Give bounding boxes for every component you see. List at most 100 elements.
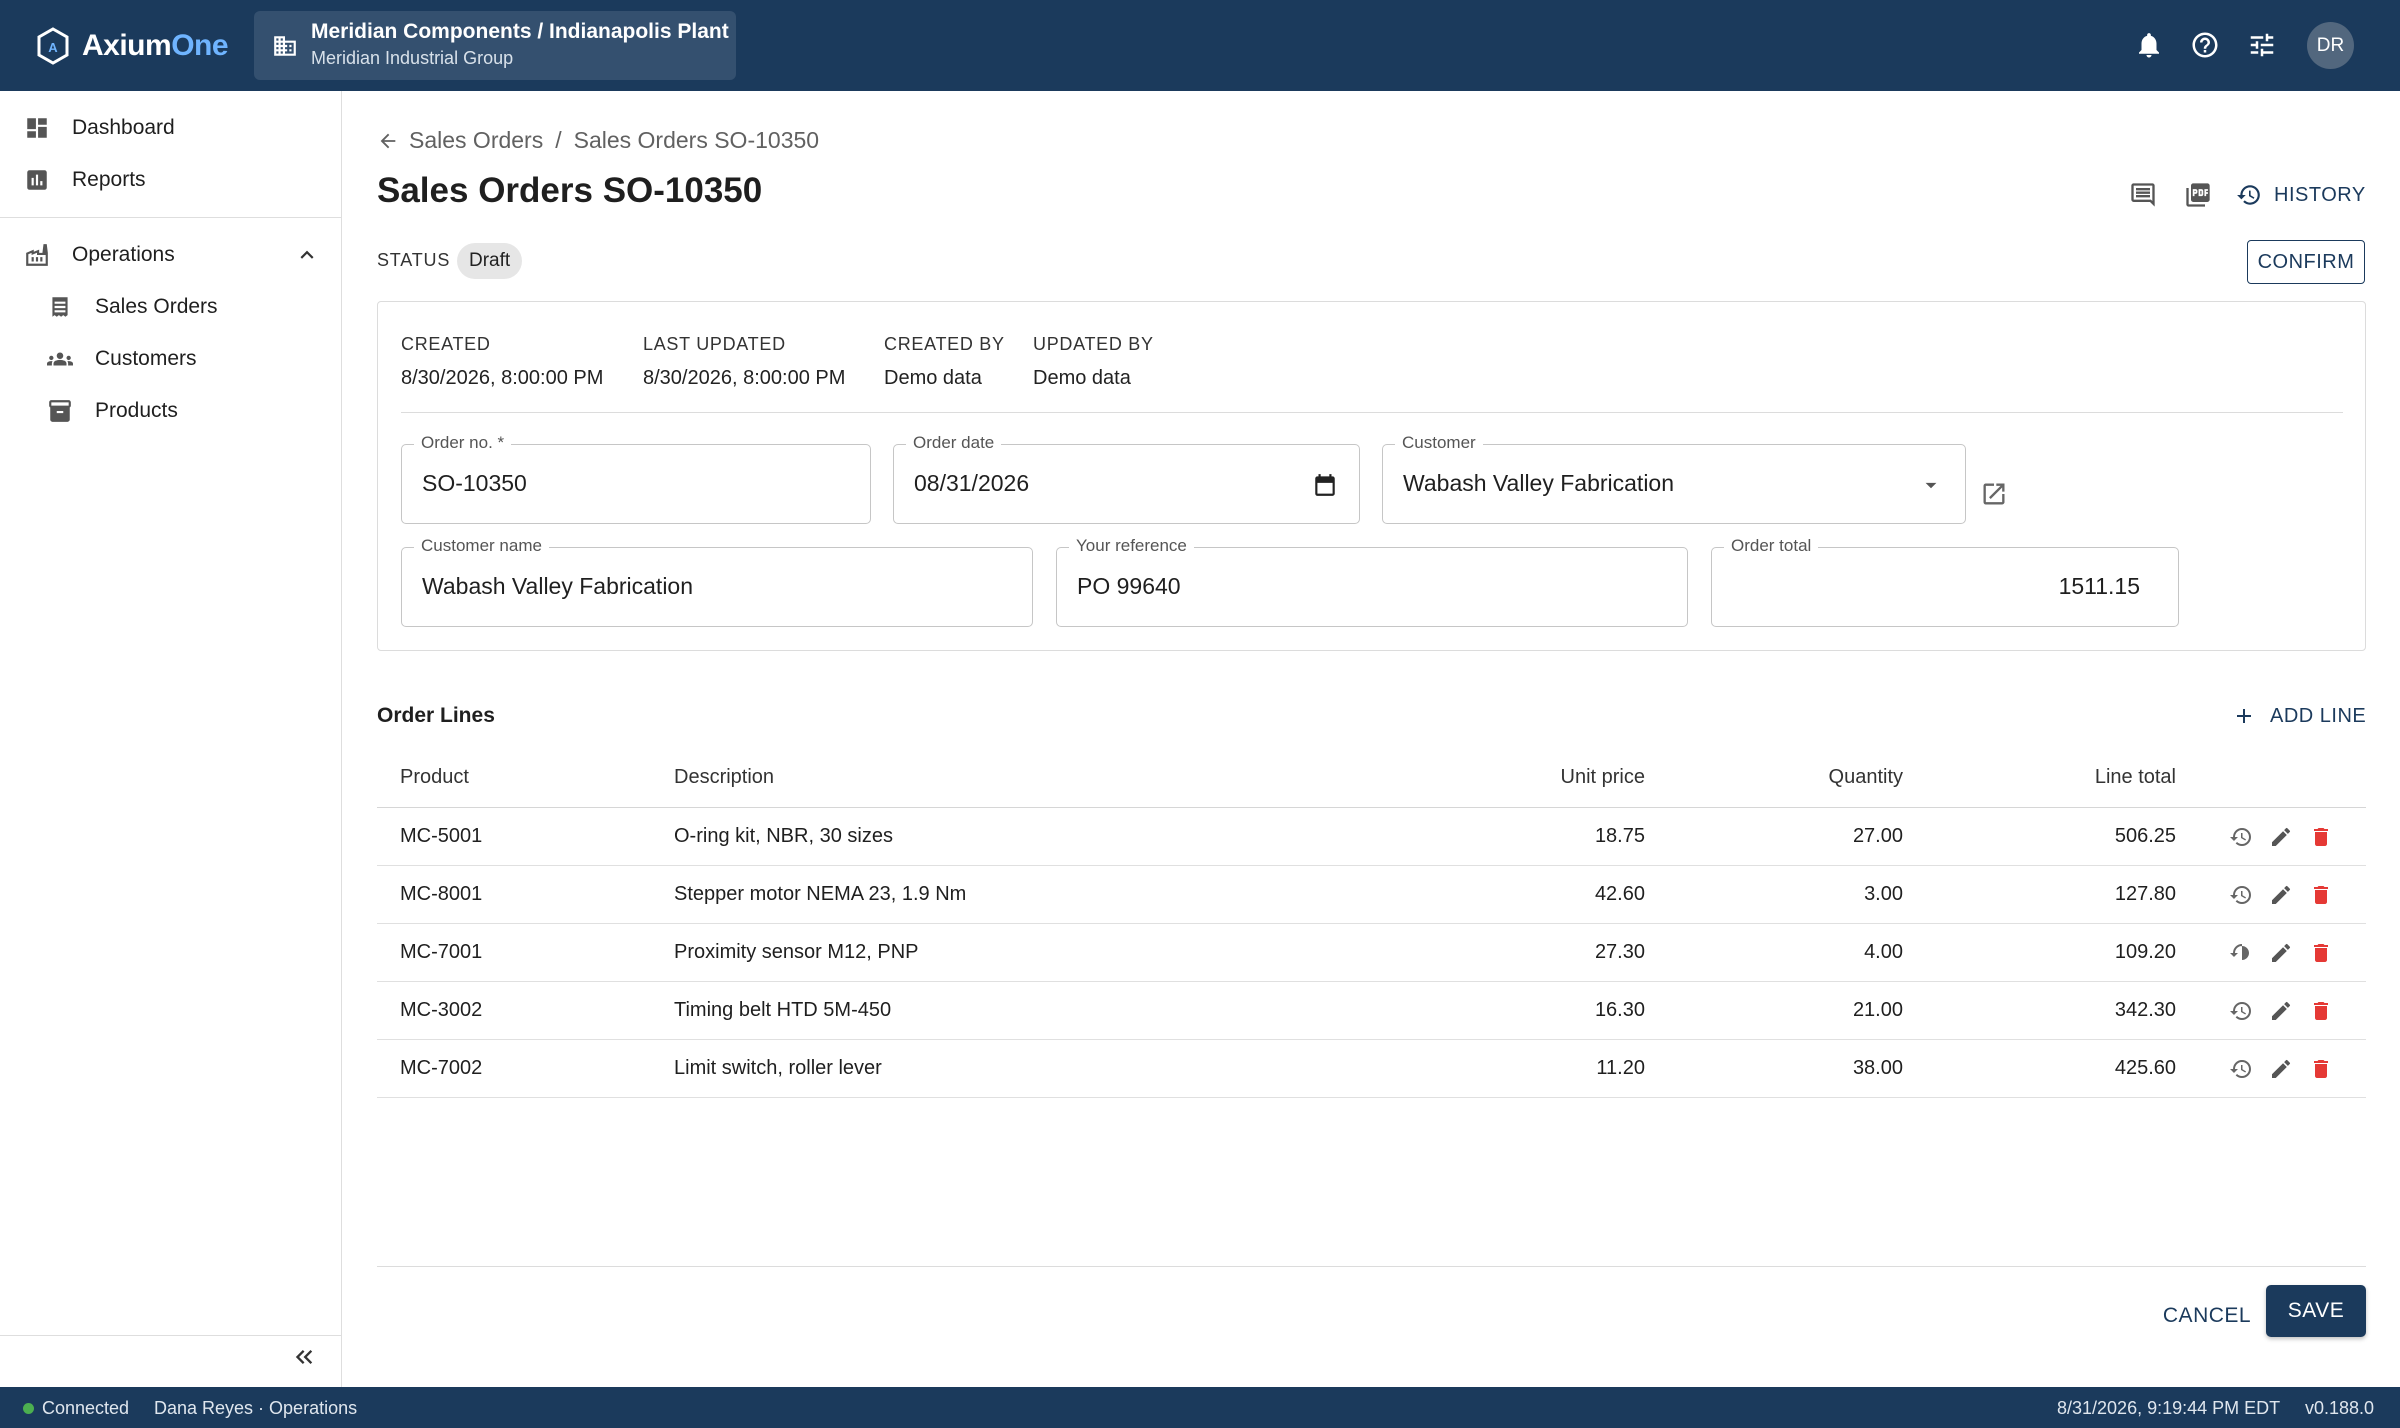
field-value: 1511.15 xyxy=(2058,573,2140,599)
organization-group: Meridian Industrial Group xyxy=(311,48,514,68)
row-delete-icon[interactable] xyxy=(2307,1055,2335,1083)
cell-product: MC-7001 xyxy=(400,941,483,963)
sidebar-item-label: Operations xyxy=(72,243,175,266)
row-actions xyxy=(2227,924,2347,981)
cell-description: Timing belt HTD 5M-450 xyxy=(674,999,892,1021)
history-icon xyxy=(2237,185,2260,205)
row-edit-icon[interactable] xyxy=(2267,997,2295,1025)
notes-button[interactable] xyxy=(2127,179,2159,211)
meta-value: Demo data xyxy=(884,367,982,389)
sidebar-divider xyxy=(0,1335,341,1336)
meta-value: 8/30/2026, 8:00:00 PM xyxy=(643,367,846,389)
row-history-icon[interactable] xyxy=(2227,1055,2255,1083)
table-row: MC-5001 O-ring kit, NBR, 30 sizes 18.75 … xyxy=(377,808,2366,866)
column-header-description[interactable]: Description xyxy=(674,748,774,807)
row-delete-icon[interactable] xyxy=(2307,997,2335,1025)
order-total-field: Order total 1511.15 xyxy=(1711,536,2179,627)
sidebar-item-products[interactable]: Products xyxy=(47,389,178,433)
pdf-export-button[interactable] xyxy=(2182,179,2214,211)
double-chevron-left-icon xyxy=(295,1350,313,1364)
row-delete-icon[interactable] xyxy=(2307,939,2335,967)
dropdown-arrow-icon xyxy=(1917,471,1945,499)
card-divider xyxy=(401,412,2343,413)
hexagon-logo-icon: A xyxy=(37,27,69,65)
row-history-icon[interactable] xyxy=(2227,881,2255,909)
cancel-button[interactable]: CANCEL xyxy=(2147,1291,2267,1341)
row-history-icon[interactable] xyxy=(2227,823,2255,851)
user-avatar[interactable]: DR xyxy=(2307,22,2354,69)
field-value: Wabash Valley Fabrication xyxy=(1403,470,1675,496)
order-details-card: CREATED 8/30/2026, 8:00:00 PM LAST UPDAT… xyxy=(377,301,2366,651)
row-delete-icon[interactable] xyxy=(2307,823,2335,851)
row-actions xyxy=(2227,982,2347,1039)
breadcrumb-link-sales-orders[interactable]: Sales Orders xyxy=(409,127,543,154)
help-circle-icon xyxy=(2192,32,2218,58)
status-label: STATUS xyxy=(377,250,451,270)
sidebar-group-operations[interactable]: Operations xyxy=(24,233,320,277)
app-logo[interactable]: A AxiumOne xyxy=(36,27,229,65)
field-value: SO-10350 xyxy=(422,470,527,496)
field-label: Order no. * xyxy=(414,433,512,453)
field-label: Order date xyxy=(906,433,1002,453)
connection-status-dot xyxy=(23,1403,34,1414)
cell-quantity: 21.00 xyxy=(1852,999,1903,1021)
row-delete-icon[interactable] xyxy=(2307,881,2335,909)
row-history-icon[interactable] xyxy=(2227,997,2255,1025)
bar-chart-icon xyxy=(24,167,50,193)
cell-quantity: 27.00 xyxy=(1852,825,1903,847)
sidebar-item-dashboard[interactable]: Dashboard xyxy=(24,106,175,150)
row-edit-icon[interactable] xyxy=(2267,939,2295,967)
row-history-icon[interactable] xyxy=(2227,939,2255,967)
sidebar-item-sales-orders[interactable]: Sales Orders xyxy=(47,285,218,329)
collapse-sidebar-button[interactable] xyxy=(288,1341,320,1373)
sidebar-item-customers[interactable]: Customers xyxy=(47,337,197,381)
breadcrumb: Sales Orders / Sales Orders SO-10350 xyxy=(377,127,819,154)
customer-name-field[interactable]: Customer name Wabash Valley Fabrication xyxy=(401,536,1033,627)
page-title: Sales Orders SO-10350 xyxy=(377,171,763,210)
add-line-button[interactable]: ADD LINE xyxy=(2232,694,2366,738)
cell-product: MC-8001 xyxy=(400,883,483,905)
help-button[interactable] xyxy=(2188,28,2222,62)
sidebar-item-reports[interactable]: Reports xyxy=(24,158,146,202)
settings-button[interactable] xyxy=(2245,28,2279,62)
row-actions xyxy=(2227,866,2347,923)
notifications-button[interactable] xyxy=(2132,28,2166,62)
column-header-line-total[interactable]: Line total xyxy=(2095,748,2176,807)
comment-lines-icon xyxy=(2131,183,2155,207)
cell-unit-price: 11.20 xyxy=(1596,1057,1645,1079)
sidebar-item-label: Reports xyxy=(72,168,146,191)
row-edit-icon[interactable] xyxy=(2267,823,2295,851)
meta-last-updated: LAST UPDATED 8/30/2026, 8:00:00 PM xyxy=(643,334,845,390)
cell-description: Limit switch, roller lever xyxy=(674,1057,882,1079)
column-header-unit-price[interactable]: Unit price xyxy=(1561,748,1645,807)
save-button[interactable]: SAVE xyxy=(2266,1285,2366,1337)
open-customer-button[interactable] xyxy=(1979,479,2009,509)
order-no-field[interactable]: Order no. * SO-10350 xyxy=(401,433,871,524)
row-edit-icon[interactable] xyxy=(2267,1055,2295,1083)
building-icon xyxy=(274,36,296,56)
back-arrow-icon[interactable] xyxy=(377,130,399,152)
meta-label: LAST UPDATED xyxy=(643,334,786,354)
field-label: Your reference xyxy=(1069,536,1194,556)
cell-description: Proximity sensor M12, PNP xyxy=(674,941,919,963)
app-name: AxiumOne xyxy=(82,29,229,62)
cell-line-total: 109.20 xyxy=(2114,941,2176,963)
connection-status: Connected xyxy=(42,1398,130,1418)
column-header-product[interactable]: Product xyxy=(400,748,469,807)
order-date-field[interactable]: Order date 08/31/2026 xyxy=(893,433,1360,524)
cell-line-total: 425.60 xyxy=(2114,1057,2176,1079)
organization-switcher[interactable]: Meridian Components / Indianapolis Plant… xyxy=(254,11,736,80)
row-edit-icon[interactable] xyxy=(2267,881,2295,909)
calendar-icon[interactable] xyxy=(1311,471,1339,499)
factory-icon xyxy=(24,242,50,268)
meta-label: CREATED BY xyxy=(884,334,1005,354)
order-lines-table: Product Description Unit price Quantity … xyxy=(377,748,2366,1098)
history-button[interactable]: HISTORY xyxy=(2236,175,2366,215)
column-header-quantity[interactable]: Quantity xyxy=(1829,748,1903,807)
sidebar-item-label: Customers xyxy=(95,347,197,370)
reference-field[interactable]: Your reference PO 99640 xyxy=(1056,536,1688,627)
field-label: Customer name xyxy=(414,536,549,556)
confirm-button[interactable]: CONFIRM xyxy=(2247,240,2365,284)
plus-icon xyxy=(2237,709,2251,723)
customer-select[interactable]: Customer Wabash Valley Fabrication xyxy=(1382,433,1966,524)
